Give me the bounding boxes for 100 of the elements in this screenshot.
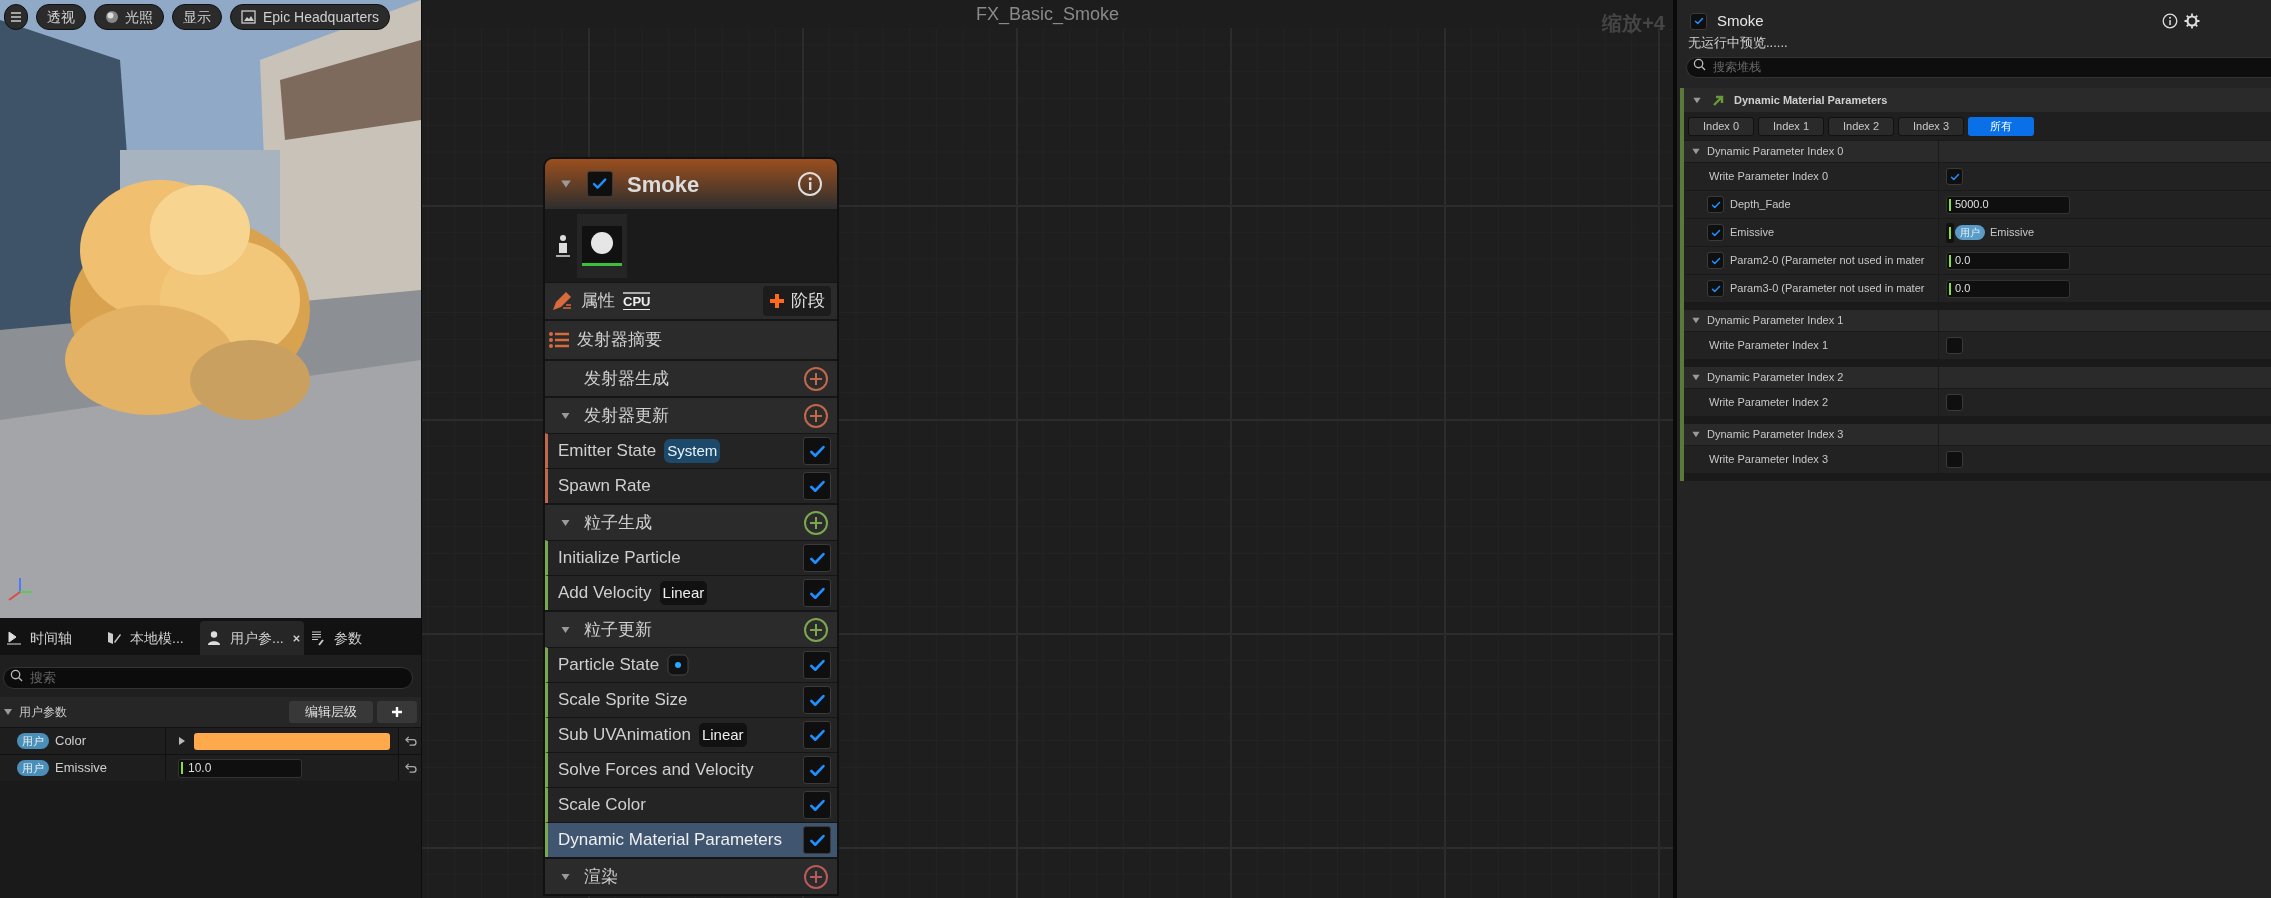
- module-row[interactable]: Particle State: [545, 647, 837, 682]
- checkbox[interactable]: [803, 651, 831, 679]
- checkbox[interactable]: [803, 686, 831, 714]
- checkbox[interactable]: [803, 826, 831, 854]
- expand-arrow-icon[interactable]: [178, 736, 186, 746]
- toolbar-button[interactable]: Epic Headquarters: [230, 4, 390, 30]
- stage-header[interactable]: 发射器生成: [545, 359, 837, 396]
- stage-header[interactable]: 渲染: [545, 857, 837, 894]
- checkbox[interactable]: [1707, 196, 1724, 213]
- add-circle-icon[interactable]: [803, 402, 829, 429]
- settings-icon[interactable]: [2183, 13, 2200, 29]
- module-row[interactable]: Initialize Particle: [545, 540, 837, 575]
- panel-tab[interactable]: 时间轴: [0, 621, 100, 655]
- index-tab[interactable]: Index 0: [1688, 116, 1754, 136]
- info-icon[interactable]: [2161, 13, 2178, 29]
- checkbox[interactable]: [803, 544, 831, 572]
- number-field[interactable]: 0.0: [1946, 279, 2070, 298]
- expand-arrow-icon[interactable]: [559, 871, 572, 882]
- checkbox[interactable]: [1946, 337, 1963, 354]
- module-row[interactable]: Emitter State System: [545, 433, 837, 468]
- expand-arrow-icon[interactable]: [559, 624, 572, 635]
- section-title: Dynamic Parameter Index 3: [1707, 427, 1844, 443]
- module-row[interactable]: Scale Color: [545, 787, 837, 822]
- checkbox[interactable]: [1690, 12, 1707, 30]
- add-circle-icon[interactable]: [803, 863, 829, 890]
- parameter-label: Param3-0 (Parameter not used in mater: [1730, 281, 1925, 297]
- checkbox[interactable]: [803, 791, 831, 819]
- info-icon[interactable]: [797, 171, 823, 197]
- checkbox[interactable]: [803, 756, 831, 784]
- panel-tab[interactable]: 用户参...: [200, 621, 304, 655]
- expand-arrow-icon[interactable]: [1691, 373, 1701, 382]
- reset-arrow-icon[interactable]: [403, 762, 417, 774]
- checkbox[interactable]: [1707, 252, 1724, 269]
- panel-tab[interactable]: 本地模...: [100, 621, 200, 655]
- user-badge: 用户: [17, 760, 49, 776]
- expand-arrow-icon[interactable]: [1691, 316, 1701, 325]
- checkbox[interactable]: [803, 721, 831, 749]
- number-field[interactable]: 10.0: [178, 758, 302, 778]
- add-circle-icon[interactable]: [803, 365, 829, 392]
- edit-hierarchy-button[interactable]: 编辑层级: [289, 701, 373, 723]
- index-tab[interactable]: Index 1: [1758, 116, 1824, 136]
- section-title: Dynamic Parameter Index 2: [1707, 370, 1844, 386]
- add-stage-button[interactable]: 阶段: [763, 286, 831, 316]
- parameter-label: Write Parameter Index 0: [1709, 169, 1828, 185]
- number-field[interactable]: 0.0: [1946, 251, 2070, 270]
- section-title: 用户参数: [19, 704, 67, 721]
- index-tab[interactable]: Index 2: [1828, 116, 1894, 136]
- param-name: Emissive: [55, 759, 107, 778]
- expand-arrow-icon[interactable]: [559, 517, 572, 528]
- stage-header[interactable]: 粒子更新: [545, 610, 837, 647]
- module-row[interactable]: Spawn Rate: [545, 468, 837, 503]
- sim-target-label: CPU: [623, 292, 651, 310]
- checkbox[interactable]: [803, 579, 831, 607]
- expand-arrow-icon[interactable]: [1691, 147, 1701, 156]
- checkbox[interactable]: [803, 437, 831, 465]
- expand-arrow-icon[interactable]: [559, 410, 572, 421]
- particle-sprite-icon: [582, 225, 622, 266]
- expand-arrow-icon[interactable]: [3, 707, 13, 717]
- summary-row[interactable]: 发射器摘要: [545, 319, 837, 359]
- module-row[interactable]: Add Velocity Linear: [545, 575, 837, 610]
- parameter-label: Write Parameter Index 3: [1709, 452, 1828, 468]
- sprite-thumbnail[interactable]: [577, 213, 627, 278]
- add-circle-icon[interactable]: [803, 509, 829, 536]
- checkbox[interactable]: [1707, 280, 1724, 297]
- index-tab[interactable]: 所有: [1968, 116, 2034, 136]
- search-field[interactable]: 搜索堆栈: [1686, 56, 2271, 78]
- checkbox[interactable]: [1946, 451, 1963, 468]
- checkbox[interactable]: [1946, 394, 1963, 411]
- checkbox[interactable]: [1707, 224, 1724, 241]
- document-edit-icon: [106, 630, 122, 646]
- number-field[interactable]: 5000.0: [1946, 195, 2070, 214]
- module-row[interactable]: Dynamic Material Parameters: [545, 822, 837, 857]
- add-button[interactable]: [377, 701, 417, 723]
- list-icon: [549, 332, 569, 348]
- add-circle-icon[interactable]: [803, 616, 829, 643]
- close-icon[interactable]: [291, 633, 301, 643]
- emitter-title: Smoke: [1717, 10, 1764, 31]
- reset-arrow-icon[interactable]: [403, 735, 417, 747]
- checkbox[interactable]: [1946, 168, 1963, 185]
- link-handle[interactable]: [1946, 222, 1954, 243]
- toolbar-button[interactable]: 光照: [94, 4, 164, 30]
- toolbar-button[interactable]: 透视: [36, 4, 86, 30]
- module-row[interactable]: Sub UVAnimation Linear: [545, 717, 837, 752]
- module-row[interactable]: Scale Sprite Size: [545, 682, 837, 717]
- module-row[interactable]: Solve Forces and Velocity: [545, 752, 837, 787]
- plus-icon: [391, 706, 403, 718]
- expand-arrow-icon[interactable]: [1691, 430, 1701, 439]
- expand-arrow-icon[interactable]: [559, 178, 573, 190]
- checkbox[interactable]: [587, 171, 613, 197]
- color-swatch[interactable]: [194, 732, 390, 750]
- stage-header[interactable]: 发射器更新: [545, 396, 837, 433]
- search-field[interactable]: 搜索: [3, 666, 413, 689]
- panel-tab[interactable]: 参数: [304, 621, 404, 655]
- emitter-node[interactable]: [543, 157, 839, 896]
- expand-arrow-icon[interactable]: [1692, 95, 1702, 105]
- user-icon: [206, 630, 222, 646]
- stage-header[interactable]: 粒子生成: [545, 503, 837, 540]
- index-tab[interactable]: Index 3: [1898, 116, 1964, 136]
- toolbar-button[interactable]: 显示: [172, 4, 222, 30]
- checkbox[interactable]: [803, 472, 831, 500]
